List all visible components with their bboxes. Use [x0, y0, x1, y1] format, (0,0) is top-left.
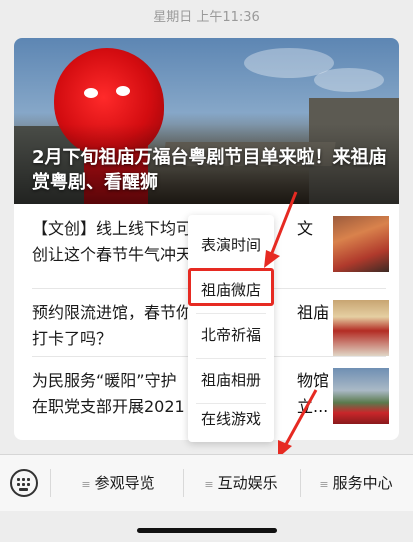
tab-service-center[interactable]: ≡ 服务中心	[306, 469, 406, 497]
tab-guided-tour[interactable]: ≡ 参观导览	[62, 469, 174, 497]
menu-icon: ≡	[81, 478, 91, 491]
hero-title[interactable]: 2月下旬祖庙万福台粤剧节目单来啦！来祖庙赏粤剧、看醒狮	[32, 145, 387, 195]
article-title-tail: 祖庙	[297, 303, 330, 322]
article-thumbnail[interactable]	[333, 368, 389, 424]
menu-icon: ≡	[204, 478, 214, 491]
article-thumbnail[interactable]	[333, 300, 389, 356]
menu-item-online-games[interactable]: 在线游戏	[188, 397, 274, 442]
home-indicator[interactable]	[137, 528, 277, 533]
menu-item-performance-time[interactable]: 表演时间	[188, 223, 274, 268]
keyboard-icon[interactable]	[10, 469, 38, 497]
article-title-tail: 文	[297, 219, 314, 238]
menu-item-highlight	[188, 268, 274, 306]
tab-label: 参观导览	[94, 474, 155, 492]
tab-label: 互动娱乐	[217, 474, 278, 492]
menu-item-prayer[interactable]: 北帝祈福	[188, 313, 274, 358]
tab-label: 服务中心	[332, 474, 393, 492]
timestamp: 星期日 上午11:36	[153, 10, 260, 25]
bottom-tab-bar: ≡ 参观导览 ≡ 互动娱乐 ≡ 服务中心	[0, 454, 413, 511]
hero-banner[interactable]: 2月下旬祖庙万福台粤剧节目单来啦！来祖庙赏粤剧、看醒狮	[14, 38, 399, 204]
article-title-tail: 物馆 立...	[297, 371, 330, 416]
popup-menu: 表演时间 祖庙微店 北帝祈福 祖庙相册 在线游戏	[188, 215, 274, 442]
menu-icon: ≡	[319, 478, 329, 491]
tab-interactive-entertainment[interactable]: ≡ 互动娱乐	[192, 469, 290, 497]
article-thumbnail[interactable]	[333, 216, 389, 272]
